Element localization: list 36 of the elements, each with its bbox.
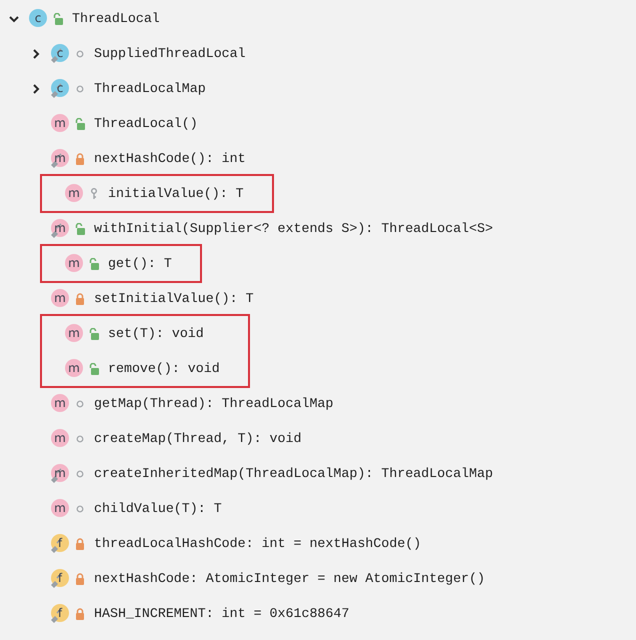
tree-item-label[interactable]: initialValue(): T <box>108 184 244 204</box>
method-icon: m <box>49 113 70 134</box>
class-icon: c <box>49 43 70 64</box>
tree-item-label[interactable]: remove(): void <box>108 358 220 378</box>
tree-item-label[interactable]: ThreadLocal() <box>94 114 198 134</box>
method-icon: m <box>49 148 70 169</box>
tree-item-label[interactable]: ThreadLocalMap <box>94 78 206 98</box>
tree-item-label[interactable]: getMap(Thread): ThreadLocalMap <box>94 394 334 414</box>
method-icon: m <box>63 358 84 379</box>
method-icon: m <box>49 463 70 484</box>
method-icon: m <box>63 253 84 274</box>
tree-item-label[interactable]: childValue(T): T <box>94 498 222 518</box>
tree-item-label[interactable]: SuppliedThreadLocal <box>94 44 246 64</box>
field-icon: f <box>49 603 70 624</box>
field-icon: f <box>49 533 70 554</box>
tree-item-label[interactable]: createInheritedMap(ThreadLocalMap): ThreadLocalMap <box>94 464 493 484</box>
method-icon: m <box>49 498 70 519</box>
tree-item-label[interactable]: nextHashCode: AtomicInteger = new AtomicInteger() <box>94 568 485 588</box>
field-icon: f <box>49 568 70 589</box>
tree-item-label[interactable]: ThreadLocal <box>72 8 160 28</box>
tree-item-label[interactable]: nextHashCode(): int <box>94 148 246 168</box>
tree-item-label[interactable]: createMap(Thread, T): void <box>94 428 302 448</box>
class-icon: c <box>49 78 70 99</box>
class-icon: c <box>27 8 48 29</box>
tree-item-label[interactable]: threadLocalHashCode: int = nextHashCode() <box>94 534 422 554</box>
tree-item-label[interactable]: setInitialValue(): T <box>94 288 254 308</box>
method-icon: m <box>63 323 84 344</box>
tree-item-label[interactable]: get(): T <box>108 254 172 274</box>
method-icon: m <box>49 393 70 414</box>
tree-item-label[interactable]: withInitial(Supplier<? extends S>): ThreadLocal<S> <box>94 218 493 238</box>
method-icon: m <box>49 288 70 309</box>
tree-item-label[interactable]: set(T): void <box>108 324 204 344</box>
method-icon: m <box>49 428 70 449</box>
method-icon: m <box>49 218 70 239</box>
tree-item-label[interactable]: HASH_INCREMENT: int = 0x61c88647 <box>94 604 350 624</box>
method-icon: m <box>63 183 84 204</box>
